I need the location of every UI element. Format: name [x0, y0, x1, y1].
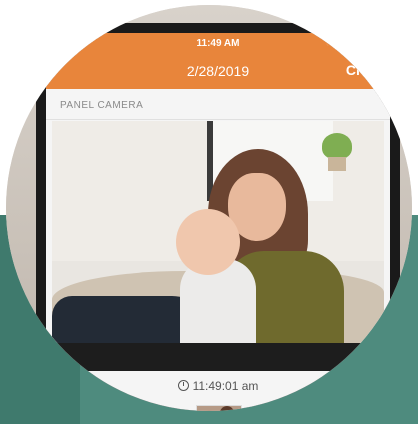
photo-plant-pot — [328, 157, 346, 171]
camera-snapshot[interactable] — [52, 121, 384, 343]
nav-title-date: 2/28/2019 — [186, 63, 250, 79]
snapshot-thumbnail[interactable] — [196, 405, 242, 411]
section-header: PANEL CAMERA — [46, 89, 390, 120]
phone-screen: n ⌔ 11:49 AM ◔ ⊕ ➚ ⚲ 2/28/2019 Close PAN… — [46, 33, 390, 411]
close-button[interactable]: Close — [346, 62, 384, 78]
status-icons: ◔ ⊕ ➚ ⚲ — [325, 38, 378, 49]
circular-photo-frame: n ⌔ 11:49 AM ◔ ⊕ ➚ ⚲ 2/28/2019 Close PAN… — [6, 5, 412, 411]
photo-baby-head — [176, 209, 240, 275]
status-bar: n ⌔ 11:49 AM ◔ ⊕ ➚ ⚲ — [46, 33, 390, 53]
clock-icon — [177, 380, 189, 391]
thumbnail-figure — [219, 406, 235, 411]
section-label-panel-camera: PANEL CAMERA — [60, 100, 144, 111]
nav-bar: 2/28/2019 Close — [46, 53, 390, 89]
photo-plant — [322, 133, 352, 159]
photo-caption-bar — [46, 343, 390, 371]
snapshot-time: 11:49:01 am — [192, 379, 259, 393]
snapshot-timestamp: 11:49:01 am — [46, 379, 390, 393]
